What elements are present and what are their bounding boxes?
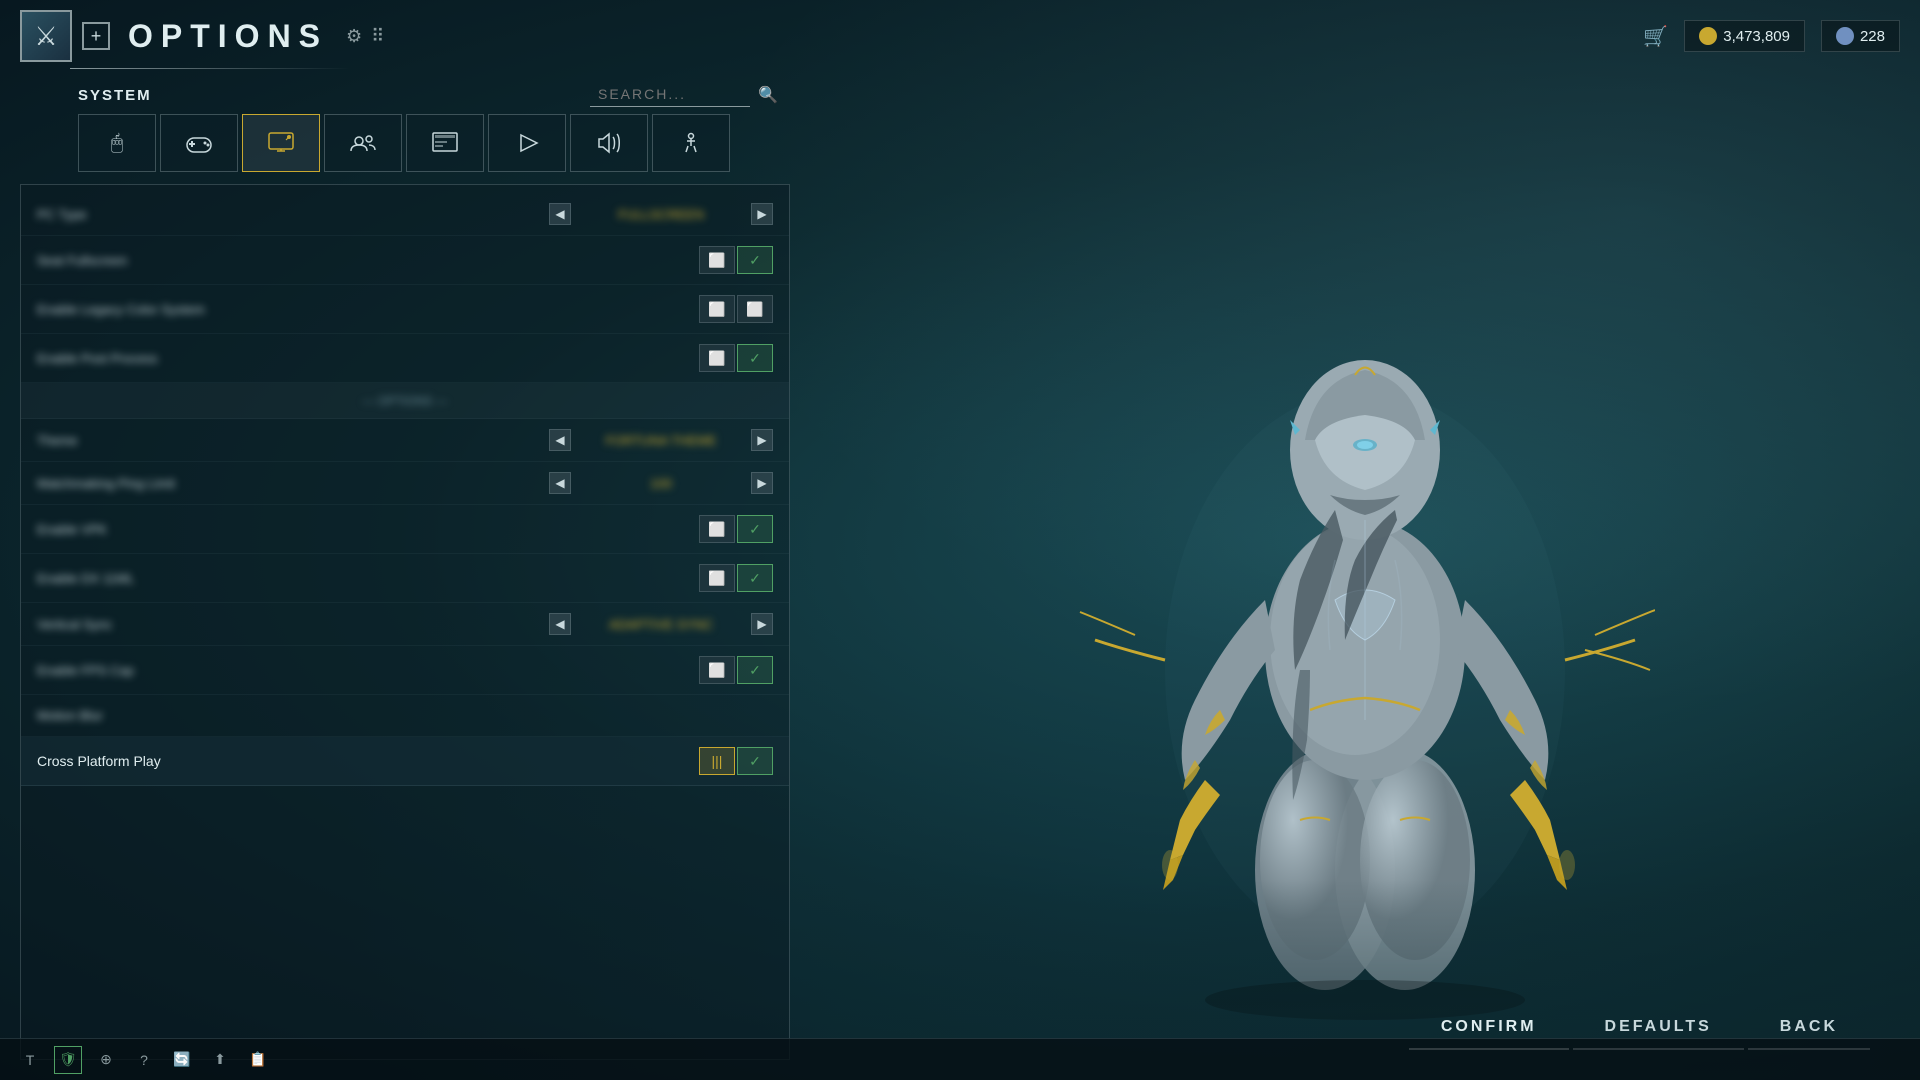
tab-bar: 🖱 [20, 114, 790, 172]
vsync-label: Vertical Sync [37, 617, 549, 632]
setting3-toggle: ⬜ ⬜ [699, 295, 773, 323]
dx11-on[interactable]: ✓ [737, 564, 773, 592]
setting2-label: Seat Fullscreen [37, 253, 699, 268]
character-silhouette [1075, 220, 1655, 1040]
bottom-toolbar: T 🛡 ⊕ ? 🔄 ⬆ 📋 [0, 1038, 1920, 1080]
tab-interface[interactable] [406, 114, 484, 172]
fpscap-label: Enable FPS Cap [37, 663, 699, 678]
dx11-label: Enable DX 11ML [37, 571, 699, 586]
dx11-off[interactable]: ⬜ [699, 564, 735, 592]
top-bar: ⚔ + OPTIONS ⚙ ⠿ 🔍 🛒 3,473,809 228 [0, 0, 1920, 72]
tab-display[interactable] [242, 114, 320, 172]
search-icon[interactable]: 🔍 [758, 85, 778, 105]
toolbar-icon-help[interactable]: ? [130, 1046, 158, 1074]
toolbar-icon-shield[interactable]: 🛡 [54, 1046, 82, 1074]
setting-row-2: Seat Fullscreen ⬜ ✓ [21, 236, 789, 285]
setting-row-fpscap: Enable FPS Cap ⬜ ✓ [21, 646, 789, 695]
tab-mouse[interactable]: 🖱 [78, 114, 156, 172]
setting-separator: — OPTIONS — [21, 383, 789, 419]
theme-left-arrow[interactable]: ◀ [549, 429, 571, 451]
vpk-on[interactable]: ✓ [737, 515, 773, 543]
toggle-off-btn[interactable]: ⬜ [699, 246, 735, 274]
vsync-value: ADAPTIVE SYNC [571, 617, 751, 632]
cross-platform-on[interactable]: ✓ [737, 747, 773, 775]
setting3-label: Enable Legacy Color System [37, 302, 699, 317]
platinum-value: 228 [1860, 28, 1885, 45]
main-content: SYSTEM 🖱 [0, 75, 1920, 1080]
toggle-on-btn[interactable]: ✓ [737, 246, 773, 274]
theme-value: FORTUNA THEME [571, 433, 751, 448]
theme-right-arrow[interactable]: ▶ [751, 429, 773, 451]
setting-row-pc-type: PC Type ◀ FULLSCREEN ▶ [21, 193, 789, 236]
setting-row-dx11: Enable DX 11ML ⬜ ✓ [21, 554, 789, 603]
tab-audio[interactable] [570, 114, 648, 172]
separator-label: — OPTIONS — [37, 394, 773, 408]
settings-area: PC Type ◀ FULLSCREEN ▶ Seat Fullscreen ⬜… [20, 184, 790, 1060]
tab-gameplay[interactable] [488, 114, 566, 172]
vpk-toggle: ⬜ ✓ [699, 515, 773, 543]
credits-value: 3,473,809 [1723, 28, 1790, 45]
search-bar: 🔍 [590, 82, 778, 107]
vsync-left[interactable]: ◀ [549, 613, 571, 635]
toolbar-icon-clipboard[interactable]: 📋 [244, 1046, 272, 1074]
setting-row-motionblur: Motion Blur [21, 695, 789, 737]
left-panel: SYSTEM 🖱 [0, 75, 810, 1080]
setting-row-3: Enable Legacy Color System ⬜ ⬜ [21, 285, 789, 334]
platinum-badge: 228 [1821, 20, 1900, 52]
toggle4-off[interactable]: ⬜ [699, 344, 735, 372]
pc-type-label: PC Type [37, 207, 549, 222]
toggle3-off[interactable]: ⬜ [699, 295, 735, 323]
title-decoration: ⚙ ⠿ [346, 26, 386, 47]
cross-platform-toggle: ||| ✓ [699, 747, 773, 775]
credits-icon [1699, 27, 1717, 45]
character-area [810, 150, 1920, 1080]
matchmaking-value: 100 [571, 476, 751, 491]
tab-controller[interactable] [160, 114, 238, 172]
setting-row-theme: Theme ◀ FORTUNA THEME ▶ [21, 419, 789, 462]
cart-icon[interactable]: 🛒 [1643, 24, 1668, 49]
pc-type-value: FULLSCREEN [571, 207, 751, 222]
search-input[interactable] [590, 82, 750, 107]
setting4-label: Enable Post Process [37, 351, 699, 366]
fpscap-toggle: ⬜ ✓ [699, 656, 773, 684]
avatar[interactable]: ⚔ [20, 10, 72, 62]
toolbar-icon-upload[interactable]: ⬆ [206, 1046, 234, 1074]
setting-row-vsync: Vertical Sync ◀ ADAPTIVE SYNC ▶ [21, 603, 789, 646]
setting-row-cross-platform: Cross Platform Play ||| ✓ [21, 737, 789, 786]
dx11-toggle: ⬜ ✓ [699, 564, 773, 592]
credits-badge: 3,473,809 [1684, 20, 1805, 52]
logo-area: ⚔ + OPTIONS ⚙ ⠿ [20, 10, 386, 62]
theme-label: Theme [37, 433, 549, 448]
setting-row-matchmaking: Matchmaking Ping Limit ◀ 100 ▶ [21, 462, 789, 505]
setting-row-vpk: Enable VPK ⬜ ✓ [21, 505, 789, 554]
matchmaking-label: Matchmaking Ping Limit [37, 476, 549, 491]
vsync-right[interactable]: ▶ [751, 613, 773, 635]
top-right: 🛒 3,473,809 228 [1643, 20, 1900, 52]
setting-row-4: Enable Post Process ⬜ ✓ [21, 334, 789, 383]
cross-platform-label: Cross Platform Play [37, 753, 699, 769]
matchmaking-left[interactable]: ◀ [549, 472, 571, 494]
cross-platform-off[interactable]: ||| [699, 747, 735, 775]
vpk-label: Enable VPK [37, 522, 699, 537]
toggle3-on[interactable]: ⬜ [737, 295, 773, 323]
pc-type-right-arrow[interactable]: ▶ [751, 203, 773, 225]
page-title: OPTIONS [128, 18, 328, 55]
fpscap-off[interactable]: ⬜ [699, 656, 735, 684]
vpk-off[interactable]: ⬜ [699, 515, 735, 543]
setting2-toggle: ⬜ ✓ [699, 246, 773, 274]
platinum-icon [1836, 27, 1854, 45]
setting4-toggle: ⬜ ✓ [699, 344, 773, 372]
matchmaking-right[interactable]: ▶ [751, 472, 773, 494]
pc-type-left-arrow[interactable]: ◀ [549, 203, 571, 225]
tab-social[interactable] [324, 114, 402, 172]
toggle4-on[interactable]: ✓ [737, 344, 773, 372]
toolbar-icon-target[interactable]: ⊕ [92, 1046, 120, 1074]
tab-accessibility[interactable] [652, 114, 730, 172]
toolbar-icon-t[interactable]: T [16, 1046, 44, 1074]
title-underline [70, 68, 350, 69]
motionblur-label: Motion Blur [37, 708, 773, 723]
plus-button[interactable]: + [82, 22, 110, 50]
fpscap-on[interactable]: ✓ [737, 656, 773, 684]
toolbar-icon-refresh[interactable]: 🔄 [168, 1046, 196, 1074]
